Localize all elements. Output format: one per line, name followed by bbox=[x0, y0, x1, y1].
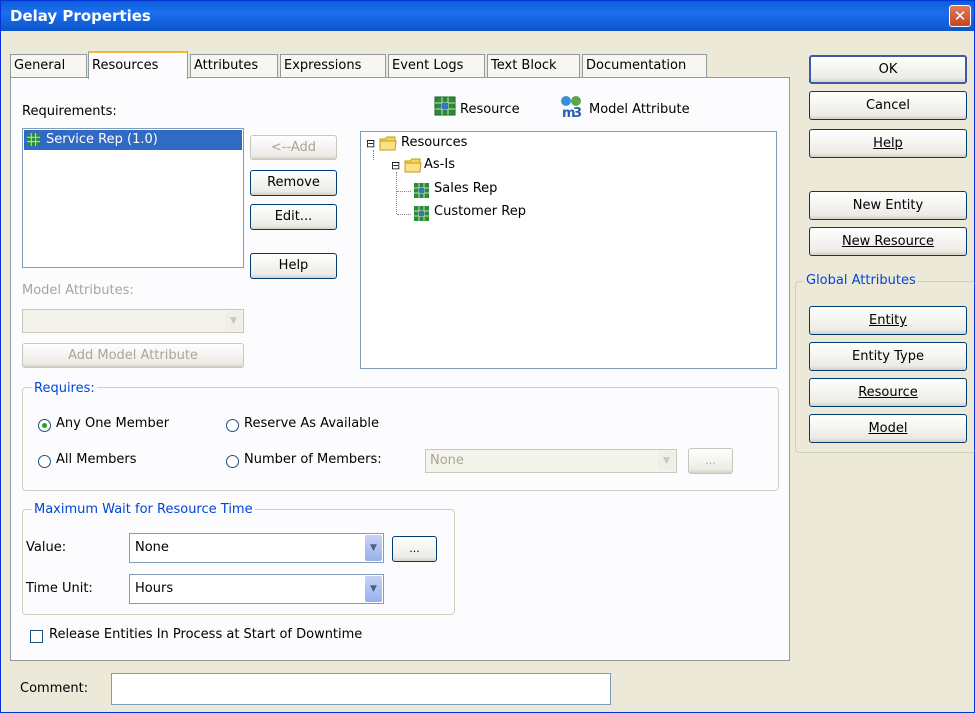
tab-event-logs[interactable]: Event Logs bbox=[388, 54, 485, 78]
add-model-attribute-button[interactable]: Add Model Attribute bbox=[22, 343, 244, 368]
max-wait-value: None bbox=[135, 540, 169, 555]
number-of-members-radio[interactable] bbox=[226, 455, 239, 468]
model-attribute-legend-icon: m3 bbox=[558, 94, 586, 121]
new-resource-button[interactable]: New Resource bbox=[809, 227, 967, 256]
cancel-button[interactable]: Cancel bbox=[809, 91, 967, 120]
tab-text-block[interactable]: Text Block bbox=[487, 54, 580, 78]
resource-tree[interactable]: ⊟ Resources ⊟ As-Is Sales Rep Customer R… bbox=[360, 131, 777, 369]
requirements-list[interactable]: Service Rep (1.0) bbox=[22, 128, 244, 268]
requirement-label: Service Rep (1.0) bbox=[46, 132, 158, 147]
max-wait-value-select[interactable]: None ▼ bbox=[129, 533, 384, 563]
list-item[interactable]: Service Rep (1.0) bbox=[24, 130, 242, 150]
model-attributes-select[interactable]: ▼ bbox=[22, 309, 244, 333]
chevron-down-icon[interactable]: ▼ bbox=[658, 451, 675, 471]
delay-properties-dialog: Delay Properties ✕ General Resources Att… bbox=[0, 0, 975, 713]
number-of-members-select[interactable]: None ▼ bbox=[425, 449, 677, 473]
comment-input[interactable] bbox=[111, 673, 611, 705]
add-button[interactable]: <--Add bbox=[250, 135, 337, 160]
max-wait-group-title: Maximum Wait for Resource Time bbox=[32, 502, 255, 517]
release-entities-checkbox[interactable] bbox=[30, 630, 43, 643]
time-unit-label: Time Unit: bbox=[26, 581, 93, 596]
reserve-as-available-radio[interactable] bbox=[226, 419, 239, 432]
window-title: Delay Properties bbox=[10, 7, 151, 25]
tab-resources[interactable]: Resources bbox=[88, 51, 188, 79]
global-attributes-title: Global Attributes bbox=[804, 273, 918, 288]
folder-icon bbox=[379, 136, 397, 151]
expand-icon[interactable]: ⊟ bbox=[391, 160, 400, 171]
ok-button[interactable]: OK bbox=[809, 55, 967, 84]
requires-group-title: Requires: bbox=[32, 381, 97, 396]
time-unit-select[interactable]: Hours ▼ bbox=[129, 574, 384, 604]
new-entity-button[interactable]: New Entity bbox=[809, 191, 967, 220]
resource-icon bbox=[414, 183, 429, 198]
comment-label: Comment: bbox=[20, 681, 89, 696]
chevron-down-icon[interactable]: ▼ bbox=[365, 576, 382, 602]
tree-item-label[interactable]: Customer Rep bbox=[434, 204, 526, 219]
tree-connector bbox=[397, 214, 411, 215]
resource-legend-icon bbox=[434, 96, 456, 116]
resources-panel: Requirements: Service Rep (1.0) <--Add R… bbox=[10, 77, 790, 661]
edit-button[interactable]: Edit... bbox=[250, 204, 337, 230]
all-members-radio[interactable] bbox=[38, 455, 51, 468]
tree-root-label[interactable]: Resources bbox=[401, 135, 467, 150]
help-side-button[interactable]: Help bbox=[809, 129, 967, 158]
resource-button[interactable]: Resource bbox=[809, 378, 967, 407]
number-of-members-ellipsis-button[interactable]: ... bbox=[688, 448, 733, 474]
requires-group bbox=[22, 387, 779, 491]
folder-icon bbox=[404, 158, 422, 173]
requirements-label: Requirements: bbox=[22, 104, 117, 119]
number-of-members-value: None bbox=[430, 453, 464, 468]
tab-attributes[interactable]: Attributes bbox=[190, 54, 278, 78]
help-button[interactable]: Help bbox=[250, 253, 337, 279]
svg-text:3: 3 bbox=[573, 106, 582, 118]
title-bar[interactable]: Delay Properties ✕ bbox=[1, 1, 974, 31]
remove-button[interactable]: Remove bbox=[250, 170, 337, 196]
time-unit-value: Hours bbox=[135, 581, 174, 596]
entity-type-button[interactable]: Entity Type bbox=[809, 342, 967, 371]
chevron-down-icon[interactable]: ▼ bbox=[225, 311, 242, 331]
number-of-members-label[interactable]: Number of Members: bbox=[244, 452, 382, 467]
tab-expressions[interactable]: Expressions bbox=[280, 54, 386, 78]
tree-connector bbox=[373, 150, 374, 160]
resource-legend-label: Resource bbox=[460, 102, 520, 117]
tree-folder-label[interactable]: As-Is bbox=[424, 157, 455, 172]
model-attributes-label: Model Attributes: bbox=[22, 283, 134, 298]
tab-general[interactable]: General bbox=[10, 54, 87, 78]
any-one-member-label[interactable]: Any One Member bbox=[56, 416, 169, 431]
close-icon[interactable]: ✕ bbox=[949, 5, 971, 27]
all-members-label[interactable]: All Members bbox=[56, 452, 137, 467]
tree-connector bbox=[397, 191, 411, 192]
max-wait-ellipsis-button[interactable]: ... bbox=[392, 536, 437, 562]
reserve-as-available-label[interactable]: Reserve As Available bbox=[244, 416, 379, 431]
resource-icon bbox=[414, 206, 429, 221]
any-one-member-radio[interactable] bbox=[38, 419, 51, 432]
resource-grid-icon bbox=[27, 133, 40, 146]
tree-item-label[interactable]: Sales Rep bbox=[434, 181, 497, 196]
entity-button[interactable]: Entity bbox=[809, 306, 967, 335]
model-attribute-legend-label: Model Attribute bbox=[589, 102, 690, 117]
tree-connector bbox=[396, 172, 397, 214]
value-label: Value: bbox=[26, 540, 67, 555]
tab-documentation[interactable]: Documentation bbox=[582, 54, 707, 78]
model-button[interactable]: Model bbox=[809, 414, 967, 443]
release-entities-label[interactable]: Release Entities In Process at Start of … bbox=[49, 627, 362, 642]
chevron-down-icon[interactable]: ▼ bbox=[365, 535, 382, 561]
expand-icon[interactable]: ⊟ bbox=[366, 138, 375, 149]
